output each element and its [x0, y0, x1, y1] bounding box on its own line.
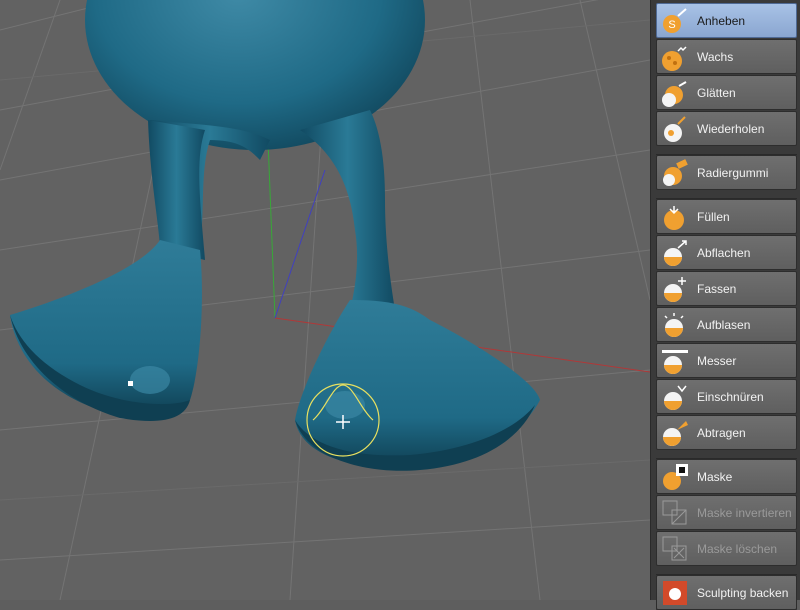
grab-brush-icon	[664, 277, 686, 302]
tool-button-abflachen[interactable]: Abflachen	[656, 235, 797, 270]
tool-label: Messer	[697, 353, 737, 368]
tool-button-maske[interactable]: Maske	[656, 459, 797, 494]
tool-label: Füllen	[697, 209, 730, 224]
repeat-brush-icon	[664, 116, 686, 142]
tool-label: Wiederholen	[697, 121, 765, 136]
tool-group-eraser: Radiergummi	[656, 154, 797, 190]
tool-button-aufblasen[interactable]: Aufblasen	[656, 307, 797, 342]
smooth-brush-icon	[662, 81, 687, 107]
sculpt-tools-panel: S Anheben Wachs Glätten Wiederholen Radiergu…	[650, 0, 800, 610]
tool-button-glätten[interactable]: Glätten	[656, 75, 797, 110]
selection-point	[128, 381, 133, 386]
tool-button-fassen[interactable]: Fassen	[656, 271, 797, 306]
tool-label: Abtragen	[697, 425, 746, 440]
tool-button-radiergummi[interactable]: Radiergummi	[656, 155, 797, 190]
tool-group-brushes: S Anheben Wachs Glätten Wiederholen	[656, 3, 797, 146]
tool-label: Wachs	[697, 49, 734, 64]
bake-sculpt-icon	[663, 581, 687, 605]
tool-label: Einschnüren	[697, 389, 764, 404]
tool-button-einschnüren[interactable]: Einschnüren	[656, 379, 797, 414]
right-leg[interactable]	[300, 110, 395, 310]
eraser-brush-icon	[663, 159, 688, 186]
tool-label: Fassen	[697, 281, 737, 296]
tool-button-sculpting-backen[interactable]: Sculpting backen	[656, 575, 797, 610]
tool-group-bake: Sculpting backen	[656, 574, 797, 610]
svg-text:S: S	[668, 19, 675, 31]
3d-viewport[interactable]	[0, 0, 650, 600]
invert-mask-icon	[662, 500, 687, 525]
tool-button-wachs[interactable]: Wachs	[656, 39, 797, 74]
tool-label: Anheben	[697, 13, 746, 28]
scrape-brush-icon	[663, 421, 688, 446]
tool-label: Radiergummi	[697, 165, 769, 180]
inflate-brush-icon	[664, 313, 684, 337]
tool-label: Aufblasen	[697, 317, 751, 332]
tool-button-füllen[interactable]: Füllen	[656, 199, 797, 234]
tool-group-mask: Maske Maske invertieren Maske löschen	[656, 458, 797, 566]
tool-button-maske-löschen: Maske löschen	[656, 531, 797, 566]
mask-brush-icon	[663, 464, 688, 490]
wax-brush-icon	[662, 46, 687, 71]
knife-brush-icon	[662, 350, 688, 374]
tool-label: Maske löschen	[697, 541, 778, 556]
viewport-scene[interactable]	[0, 0, 650, 600]
fill-brush-icon	[664, 206, 684, 230]
tool-group-shaping: Füllen Abflachen Fassen Aufblasen Messer Eins…	[656, 198, 797, 450]
pull-brush-icon: S	[663, 8, 687, 33]
tool-button-abtragen[interactable]: Abtragen	[656, 415, 797, 450]
pinch-brush-icon	[664, 385, 687, 410]
clear-mask-icon	[662, 536, 687, 561]
tool-label: Glätten	[697, 85, 736, 100]
flatten-brush-icon	[664, 240, 687, 266]
tool-button-anheben[interactable]: S Anheben	[656, 3, 797, 38]
tool-label: Maske invertieren	[697, 505, 792, 520]
tool-button-wiederholen[interactable]: Wiederholen	[656, 111, 797, 146]
tool-button-messer[interactable]: Messer	[656, 343, 797, 378]
tool-label: Maske	[697, 469, 733, 484]
tool-button-maske-invertieren: Maske invertieren	[656, 495, 797, 530]
left-foot[interactable]	[10, 240, 202, 416]
tool-label: Abflachen	[697, 245, 751, 260]
tool-label: Sculpting backen	[697, 585, 789, 600]
